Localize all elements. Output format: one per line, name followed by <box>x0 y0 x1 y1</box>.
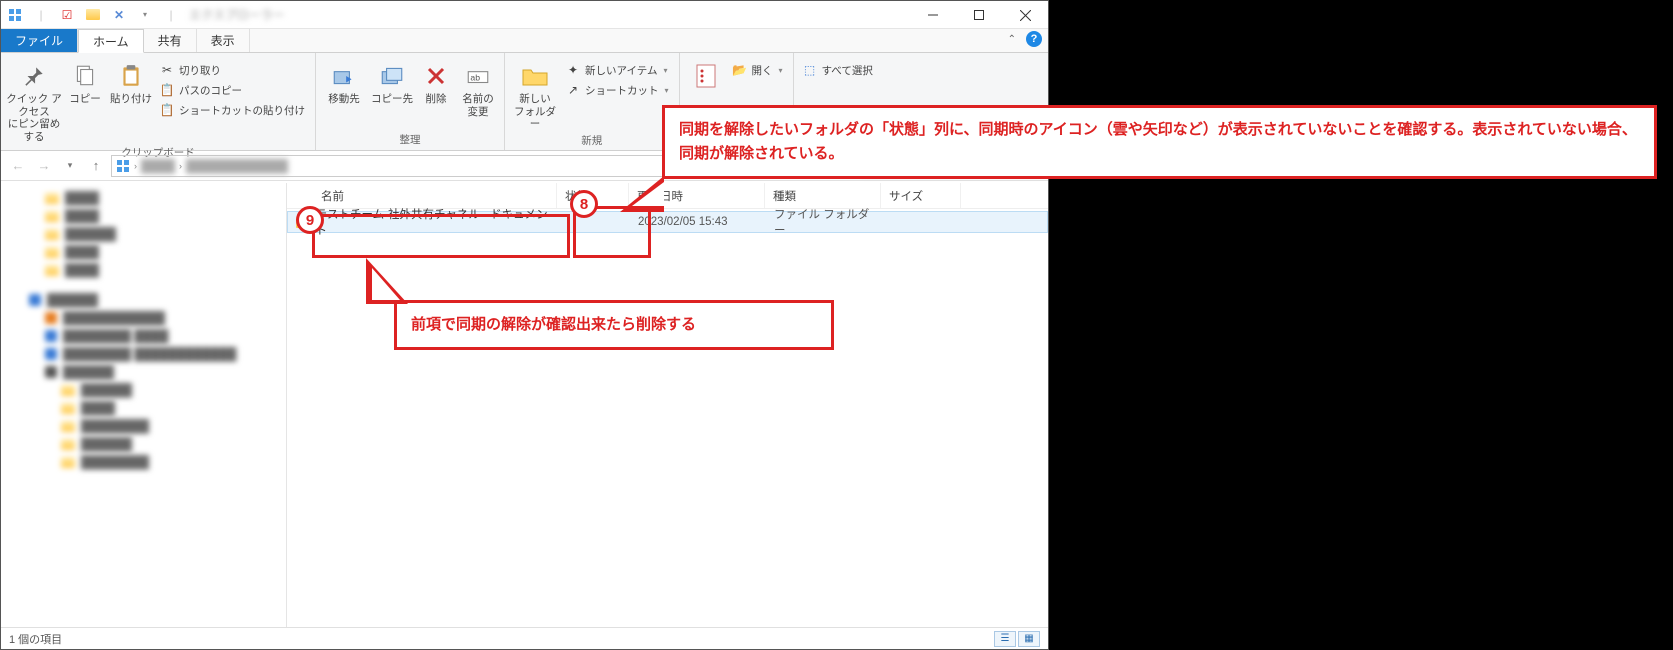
qat-separator: | <box>31 5 51 25</box>
paste-shortcut-button[interactable]: 📋ショートカットの貼り付け <box>157 101 307 119</box>
col-size[interactable]: サイズ <box>881 183 961 208</box>
copy-icon <box>70 61 100 91</box>
sidebar-item[interactable]: ████████ <box>1 417 286 435</box>
rename-icon: ab <box>463 61 493 91</box>
annotation-box-9 <box>312 214 570 258</box>
new-shortcut-button[interactable]: ↗ショートカット▾ <box>563 81 671 99</box>
paste-icon <box>116 61 146 91</box>
copy-to-button[interactable]: コピー先 <box>368 55 416 106</box>
move-to-icon <box>329 61 359 91</box>
rename-button[interactable]: ab 名前の 変更 <box>456 55 500 118</box>
sidebar-group[interactable]: ██████ <box>1 291 286 309</box>
nav-up-button[interactable]: ↑ <box>85 155 107 177</box>
item-count: 1 個の項目 <box>9 631 62 647</box>
cut-button[interactable]: ✂切り取り <box>157 61 307 79</box>
cut-icon: ✂ <box>159 62 175 78</box>
tab-file[interactable]: ファイル <box>1 29 78 52</box>
sidebar-item[interactable]: ████ <box>1 189 286 207</box>
sidebar-item[interactable]: ████ <box>1 261 286 279</box>
sidebar-item[interactable]: ██████ <box>1 381 286 399</box>
breadcrumb-item[interactable]: ████████████ <box>186 159 288 173</box>
view-icons-button[interactable]: ▦ <box>1018 631 1040 647</box>
annotation-pointer-9 <box>356 254 416 314</box>
pin-icon <box>19 61 49 91</box>
app-icon <box>5 5 25 25</box>
paste-button[interactable]: 貼り付け <box>107 55 155 106</box>
new-item-button[interactable]: ✦新しいアイテム▾ <box>563 61 671 79</box>
sidebar-item[interactable]: ████ <box>1 399 286 417</box>
window-controls <box>910 1 1048 28</box>
view-toggle: ☰ ▦ <box>994 631 1040 647</box>
status-bar: 1 個の項目 ☰ ▦ <box>1 627 1048 649</box>
sidebar-item[interactable]: ████████ ████ <box>1 327 286 345</box>
open-button[interactable]: 📂開く▾ <box>730 61 785 79</box>
sidebar-item[interactable]: ██████ <box>1 225 286 243</box>
properties-icon <box>691 61 721 91</box>
annotation-number-8: 8 <box>570 190 598 218</box>
new-item-icon: ✦ <box>565 62 581 78</box>
annotation-number-9: 9 <box>296 206 324 234</box>
row-type-cell: ファイル フォルダー <box>766 206 882 238</box>
copy-path-button[interactable]: 📋パスのコピー <box>157 81 307 99</box>
annotation-callout-9: 前項で同期の解除が確認出来たら削除する <box>394 300 834 350</box>
tab-home[interactable]: ホーム <box>78 29 144 53</box>
breadcrumb-item[interactable]: ████ <box>141 159 175 173</box>
sidebar-item[interactable]: ████████ <box>1 453 286 471</box>
pin-to-quick-access-button[interactable]: クイック アクセス にピン留めする <box>5 55 63 143</box>
svg-text:ab: ab <box>470 72 480 82</box>
ribbon-group-clipboard: クイック アクセス にピン留めする コピー 貼り付け ✂切り取り 📋パ <box>1 53 316 150</box>
collapse-ribbon-icon[interactable]: ⌃ <box>1008 34 1016 45</box>
nav-recent-button[interactable]: ▾ <box>59 155 81 177</box>
shortcut-icon: ↗ <box>565 82 581 98</box>
paste-shortcut-icon: 📋 <box>159 102 175 118</box>
new-folder-icon <box>520 61 550 91</box>
delete-button[interactable]: 削除 <box>416 55 456 106</box>
address-root-icon <box>116 159 130 173</box>
nav-forward-button[interactable]: → <box>33 155 55 177</box>
nav-sidebar[interactable]: ████ ████ ██████ ████ ████ ██████ ██████… <box>1 183 287 627</box>
breadcrumb-separator-icon: › <box>134 161 137 171</box>
new-folder-button[interactable]: 新しい フォルダー <box>509 55 561 131</box>
col-name[interactable]: 名前 <box>287 183 557 208</box>
copy-button[interactable]: コピー <box>63 55 107 106</box>
col-type[interactable]: 種類 <box>765 183 881 208</box>
sidebar-item[interactable]: ████████ ████████████ <box>1 345 286 363</box>
qat-close-icon[interactable]: ✕ <box>109 5 129 25</box>
select-all-icon: ⬚ <box>802 62 818 78</box>
close-button[interactable] <box>1002 1 1048 29</box>
annotation-pointer-8 <box>616 176 676 236</box>
open-icon: 📂 <box>732 62 748 78</box>
sidebar-item[interactable]: ████ <box>1 207 286 225</box>
tab-share[interactable]: 共有 <box>144 29 197 52</box>
minimize-button[interactable] <box>910 1 956 29</box>
qat-properties-icon[interactable]: ☑ <box>57 5 77 25</box>
sidebar-item[interactable]: ████ <box>1 243 286 261</box>
ribbon-group-new: 新しい フォルダー ✦新しいアイテム▾ ↗ショートカット▾ 新規 <box>505 53 680 150</box>
qat-separator-2: | <box>161 5 181 25</box>
copy-path-icon: 📋 <box>159 82 175 98</box>
copy-to-icon <box>377 61 407 91</box>
view-details-button[interactable]: ☰ <box>994 631 1016 647</box>
maximize-button[interactable] <box>956 1 1002 29</box>
sidebar-item[interactable]: ████████████ <box>1 309 286 327</box>
sidebar-item[interactable]: ██████ <box>1 435 286 453</box>
quick-access-toolbar: | ☑ ✕ ▾ | <box>1 1 181 28</box>
annotation-callout-8: 同期を解除したいフォルダの「状態」列に、同期時のアイコン（雲や矢印など）が表示さ… <box>662 105 1657 179</box>
select-all-button[interactable]: ⬚すべて選択 <box>800 61 875 79</box>
ribbon-tabs: ファイル ホーム 共有 表示 ⌃ ? <box>1 29 1048 53</box>
move-to-button[interactable]: 移動先 <box>320 55 368 106</box>
qat-dropdown-icon[interactable]: ▾ <box>135 5 155 25</box>
ribbon-group-organize: 移動先 コピー先 削除 ab <box>316 53 505 150</box>
delete-icon <box>421 61 451 91</box>
properties-button[interactable] <box>684 55 728 91</box>
sidebar-item[interactable]: ██████ <box>1 363 286 381</box>
tab-view[interactable]: 表示 <box>197 29 250 52</box>
help-icon[interactable]: ? <box>1026 31 1042 47</box>
nav-back-button[interactable]: ← <box>7 155 29 177</box>
qat-folder-icon[interactable] <box>83 5 103 25</box>
titlebar: | ☑ ✕ ▾ | エクスプローラー <box>1 1 1048 29</box>
window-title: エクスプローラー <box>181 6 910 23</box>
